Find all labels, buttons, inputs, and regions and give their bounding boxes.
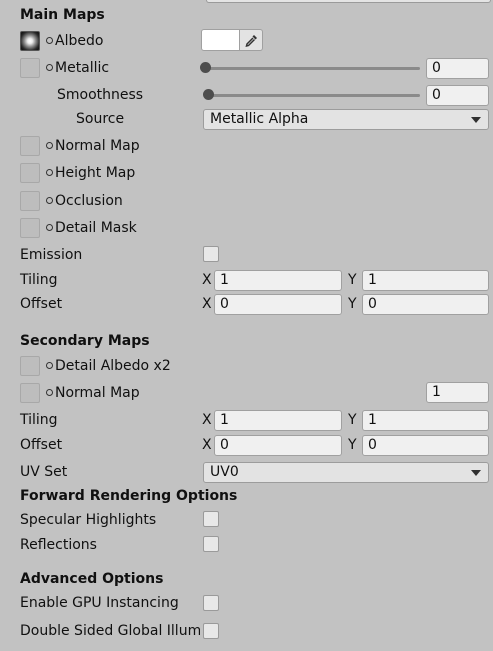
- eyedropper-button[interactable]: [240, 29, 263, 51]
- occlusion-row-label: Occlusion: [46, 193, 123, 209]
- secondary-tiling-label: Tiling: [20, 412, 58, 428]
- advanced-options-header: Advanced Options: [20, 571, 164, 587]
- gpu-instancing-checkbox[interactable]: [203, 595, 219, 611]
- source-dropdown[interactable]: Metallic Alpha: [203, 109, 489, 130]
- chevron-down-icon: [471, 117, 481, 123]
- secondary-tiling-y-axis-label: Y: [348, 412, 357, 428]
- offset-y-axis-label: Y: [348, 296, 357, 312]
- tiling-label: Tiling: [20, 272, 58, 288]
- secondary-maps-header: Secondary Maps: [20, 333, 150, 349]
- albedo-row-label: Albedo: [46, 33, 103, 49]
- normal-map-row-label: Normal Map: [46, 138, 140, 154]
- secondary-tiling-y-field[interactable]: 1: [362, 410, 489, 431]
- emission-label: Emission: [20, 247, 83, 263]
- chevron-down-icon: [471, 470, 481, 476]
- uv-set-label: UV Set: [20, 464, 68, 480]
- emission-checkbox[interactable]: [203, 246, 219, 262]
- detail-albedo-label: Detail Albedo x2: [55, 358, 171, 374]
- tiling-y-axis-label: Y: [348, 272, 357, 288]
- texture-picker-icon[interactable]: [46, 36, 53, 44]
- reflections-label: Reflections: [20, 537, 97, 553]
- uv-set-dropdown-value: UV0: [210, 464, 239, 480]
- double-sided-gi-label: Double Sided Global Illum: [20, 623, 200, 639]
- specular-highlights-label: Specular Highlights: [20, 512, 157, 528]
- offset-label: Offset: [20, 296, 63, 312]
- occlusion-texture-slot[interactable]: [20, 191, 40, 211]
- secondary-normal-map-texture-slot[interactable]: [20, 383, 40, 403]
- secondary-normal-map-row-label: Normal Map: [46, 385, 140, 401]
- main-maps-header: Main Maps: [20, 7, 105, 23]
- offset-x-axis-label: X: [202, 296, 212, 312]
- normal-map-texture-slot[interactable]: [20, 136, 40, 156]
- secondary-offset-y-field[interactable]: 0: [362, 435, 489, 456]
- uv-set-dropdown[interactable]: UV0: [203, 462, 489, 483]
- albedo-color-swatch[interactable]: [201, 29, 240, 51]
- secondary-offset-x-field[interactable]: 0: [214, 435, 342, 456]
- detail-mask-row-label: Detail Mask: [46, 220, 137, 236]
- secondary-offset-y-axis-label: Y: [348, 437, 357, 453]
- double-sided-gi-checkbox[interactable]: [203, 623, 219, 639]
- reflections-checkbox[interactable]: [203, 536, 219, 552]
- metallic-row-label: Metallic: [46, 60, 109, 76]
- specular-highlights-checkbox[interactable]: [203, 511, 219, 527]
- metallic-slider-thumb[interactable]: [200, 62, 211, 73]
- offset-x-field[interactable]: 0: [214, 294, 342, 315]
- texture-picker-icon[interactable]: [46, 141, 53, 149]
- metallic-value-field[interactable]: 0: [426, 58, 489, 79]
- smoothness-slider-track[interactable]: [208, 94, 420, 97]
- height-map-row-label: Height Map: [46, 165, 135, 181]
- texture-picker-icon[interactable]: [46, 223, 53, 231]
- secondary-offset-label: Offset: [20, 437, 63, 453]
- occlusion-label: Occlusion: [55, 193, 123, 209]
- forward-rendering-header: Forward Rendering Options: [20, 488, 238, 504]
- albedo-label: Albedo: [55, 33, 104, 49]
- offset-y-field[interactable]: 0: [362, 294, 489, 315]
- smoothness-label: Smoothness: [57, 87, 144, 103]
- metallic-slider-track[interactable]: [205, 67, 420, 70]
- metallic-label: Metallic: [55, 60, 110, 76]
- secondary-normal-map-label: Normal Map: [55, 385, 140, 401]
- secondary-offset-x-axis-label: X: [202, 437, 212, 453]
- smoothness-slider-thumb[interactable]: [203, 89, 214, 100]
- detail-mask-texture-slot[interactable]: [20, 218, 40, 238]
- tiling-x-axis-label: X: [202, 272, 212, 288]
- eyedropper-icon: [244, 34, 257, 47]
- smoothness-value-field[interactable]: 0: [426, 85, 489, 106]
- tiling-y-field[interactable]: 1: [362, 270, 489, 291]
- normal-map-label: Normal Map: [55, 138, 140, 154]
- texture-picker-icon[interactable]: [46, 168, 53, 176]
- texture-picker-icon[interactable]: [46, 196, 53, 204]
- detail-albedo-texture-slot[interactable]: [20, 356, 40, 376]
- source-label: Source: [76, 111, 125, 127]
- detail-mask-label: Detail Mask: [55, 220, 137, 236]
- secondary-normal-scale-field[interactable]: 1: [426, 382, 489, 403]
- source-dropdown-value: Metallic Alpha: [210, 111, 309, 127]
- height-map-label: Height Map: [55, 165, 136, 181]
- secondary-tiling-x-field[interactable]: 1: [214, 410, 342, 431]
- secondary-tiling-x-axis-label: X: [202, 412, 212, 428]
- gpu-instancing-label: Enable GPU Instancing: [20, 595, 179, 611]
- texture-picker-icon[interactable]: [46, 63, 53, 71]
- metallic-texture-slot[interactable]: [20, 58, 40, 78]
- height-map-texture-slot[interactable]: [20, 163, 40, 183]
- previous-dropdown-edge[interactable]: [206, 0, 491, 3]
- tiling-x-field[interactable]: 1: [214, 270, 342, 291]
- texture-picker-icon[interactable]: [46, 361, 53, 369]
- albedo-texture-slot[interactable]: [20, 31, 40, 51]
- detail-albedo-row-label: Detail Albedo x2: [46, 358, 171, 374]
- texture-picker-icon[interactable]: [46, 388, 53, 396]
